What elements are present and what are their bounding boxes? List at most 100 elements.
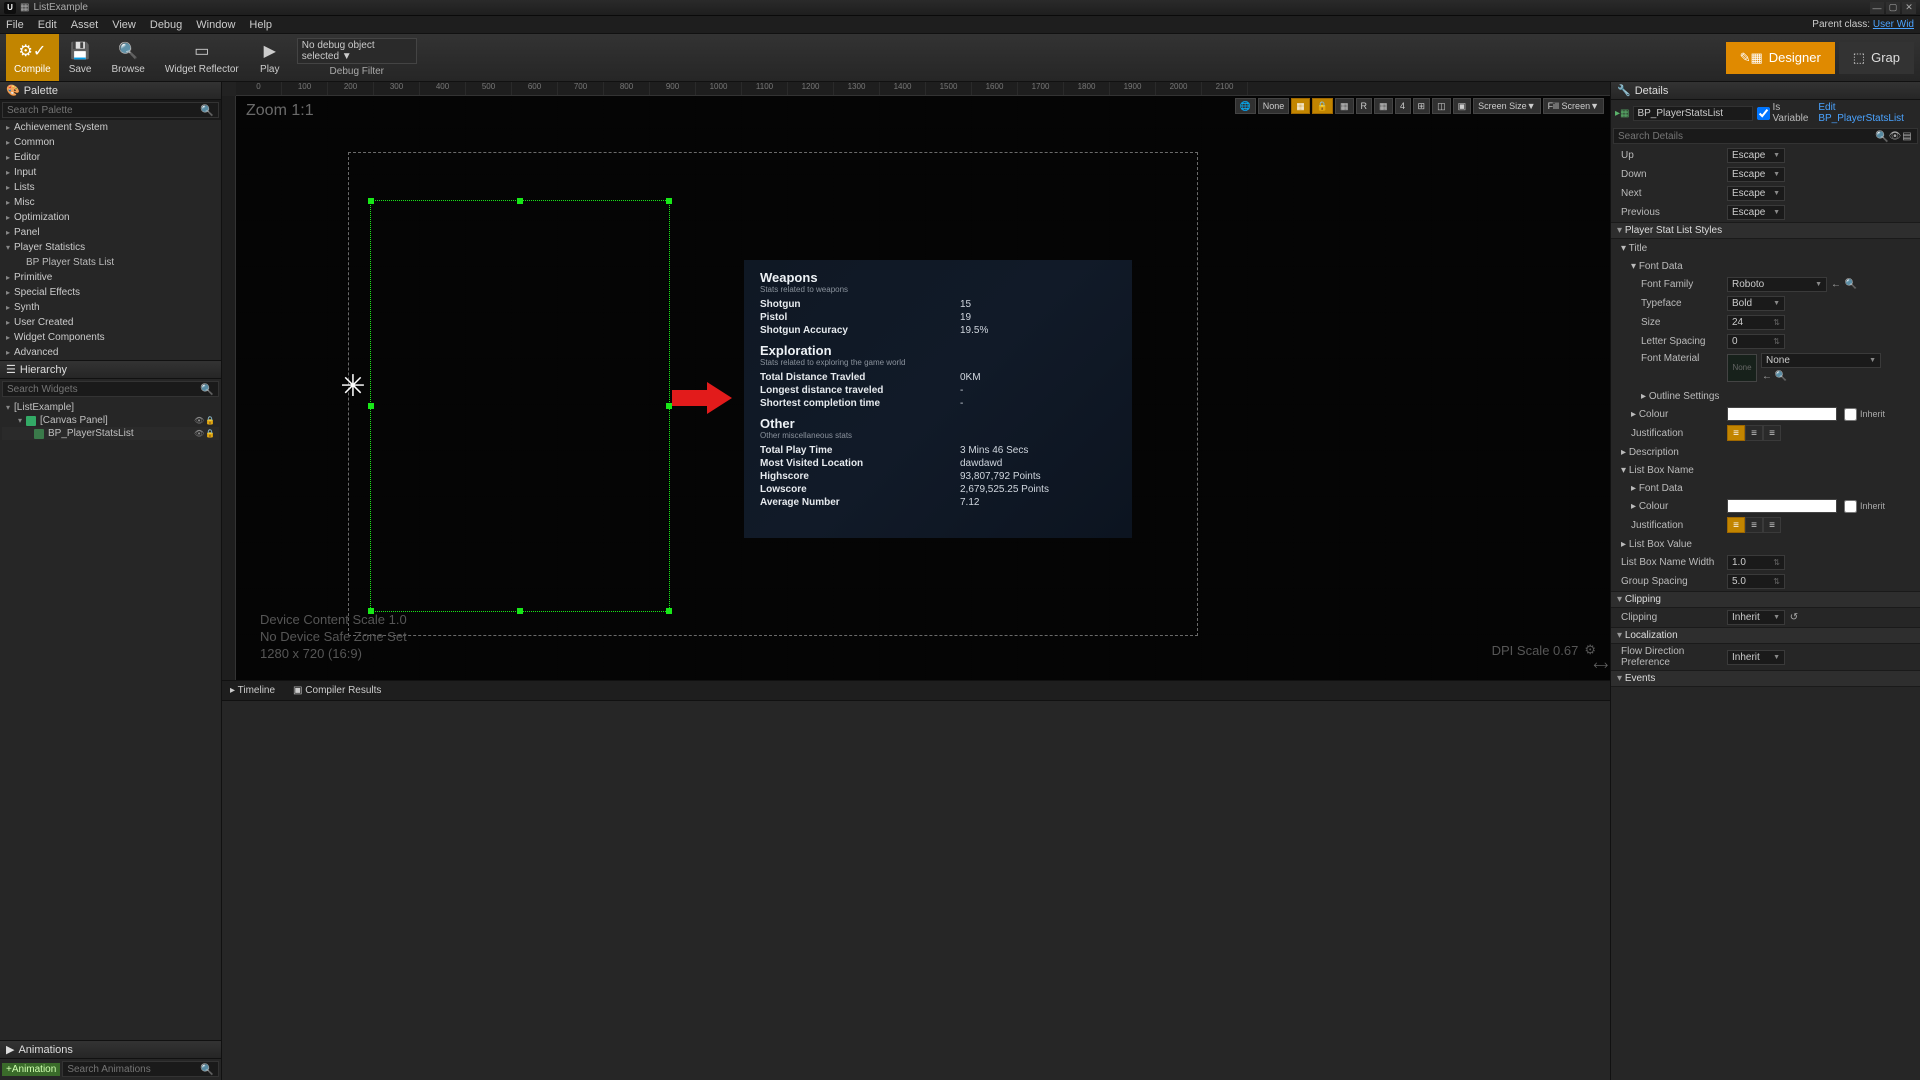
timeline-tab[interactable]: ▸ Timeline bbox=[230, 685, 275, 696]
browse-button[interactable]: 🔍 Browse bbox=[101, 38, 154, 77]
prop-label[interactable]: ▸ List Box Value bbox=[1617, 539, 1727, 550]
menu-asset[interactable]: Asset bbox=[71, 19, 99, 31]
browse-asset-icon[interactable]: 🔍 bbox=[1775, 370, 1787, 382]
parent-class-link[interactable]: User Wid bbox=[1873, 19, 1914, 30]
vp-outline-button[interactable]: ◫ bbox=[1432, 98, 1451, 114]
vp-loc-button[interactable]: ▣ bbox=[1453, 98, 1472, 114]
details-cat-styles[interactable]: Player Stat List Styles bbox=[1611, 222, 1920, 239]
visibility-icon[interactable]: 👁 bbox=[194, 416, 204, 426]
graph-mode-tab[interactable]: ⬚ Grap bbox=[1839, 42, 1914, 74]
size-input[interactable]: 24 bbox=[1727, 315, 1785, 330]
lock-icon[interactable]: 🔒 bbox=[205, 416, 215, 426]
reset-icon[interactable]: ← bbox=[1761, 370, 1773, 382]
hierarchy-search-input[interactable] bbox=[7, 384, 200, 395]
visibility-icon[interactable]: 👁 bbox=[194, 429, 204, 439]
resize-handle[interactable] bbox=[666, 608, 672, 614]
palette-cat[interactable]: Synth bbox=[0, 300, 221, 315]
nav-prev-dropdown[interactable]: Escape bbox=[1727, 205, 1785, 220]
hierarchy-search[interactable]: 🔍 bbox=[2, 381, 219, 397]
palette-tree[interactable]: Achievement System Common Editor Input L… bbox=[0, 120, 221, 360]
typeface-dropdown[interactable]: Bold bbox=[1727, 296, 1785, 311]
resize-handle[interactable] bbox=[368, 403, 374, 409]
menu-edit[interactable]: Edit bbox=[38, 19, 57, 31]
tree-selected-widget[interactable]: BP_PlayerStatsList 👁🔒 bbox=[2, 427, 219, 440]
palette-cat[interactable]: Primitive bbox=[0, 270, 221, 285]
palette-cat[interactable]: Editor bbox=[0, 150, 221, 165]
justify-left-button[interactable]: ≡ bbox=[1727, 425, 1745, 441]
edit-bp-link[interactable]: Edit BP_PlayerStatsList bbox=[1818, 102, 1916, 124]
dpi-settings-icon[interactable]: ⚙ bbox=[1584, 642, 1596, 658]
vp-lock-button[interactable]: 🔒 bbox=[1312, 98, 1333, 114]
details-cat-events[interactable]: Events bbox=[1611, 670, 1920, 687]
palette-cat[interactable]: Achievement System bbox=[0, 120, 221, 135]
palette-cat[interactable]: Optimization bbox=[0, 210, 221, 225]
compile-button[interactable]: ⚙✓ Compile bbox=[6, 34, 59, 81]
prop-label[interactable]: ▸ Colour bbox=[1617, 501, 1727, 512]
window-minimize-icon[interactable]: — bbox=[1870, 2, 1884, 14]
vp-zoom-button[interactable]: ⊞ bbox=[1413, 98, 1431, 114]
details-view-icon[interactable]: 👁 bbox=[1889, 130, 1901, 142]
vp-fill-screen-dropdown[interactable]: Fill Screen▼ bbox=[1543, 98, 1604, 114]
vp-screen-size-dropdown[interactable]: Screen Size▼ bbox=[1473, 98, 1540, 114]
palette-cat[interactable]: Misc bbox=[0, 195, 221, 210]
details-filter-icon[interactable]: ▤ bbox=[1901, 130, 1913, 142]
prop-label[interactable]: ▸ Description bbox=[1617, 447, 1727, 458]
menu-window[interactable]: Window bbox=[196, 19, 235, 31]
prop-label[interactable]: ▸ Outline Settings bbox=[1617, 391, 1727, 402]
prop-label[interactable]: ▾ List Box Name bbox=[1617, 465, 1727, 476]
details-search-input[interactable] bbox=[1618, 131, 1875, 142]
expand-icon[interactable]: ▾ bbox=[18, 416, 22, 425]
reset-icon[interactable]: ← bbox=[1830, 279, 1842, 291]
palette-search-input[interactable] bbox=[7, 105, 200, 116]
details-body[interactable]: UpEscape DownEscape NextEscape PreviousE… bbox=[1611, 146, 1920, 1080]
widget-reflector-button[interactable]: ▭ Widget Reflector bbox=[155, 38, 249, 77]
justify-right-button[interactable]: ≡ bbox=[1763, 517, 1781, 533]
clipping-dropdown[interactable]: Inherit bbox=[1727, 610, 1785, 625]
details-search[interactable]: 🔍 👁 ▤ bbox=[1613, 128, 1918, 144]
vp-snap-button[interactable]: ▦ bbox=[1374, 98, 1393, 114]
letter-spacing-input[interactable]: 0 bbox=[1727, 334, 1785, 349]
inherit-checkbox[interactable]: Inherit bbox=[1844, 500, 1885, 513]
designer-mode-tab[interactable]: ✎▦ Designer bbox=[1726, 42, 1835, 74]
resize-handle[interactable] bbox=[517, 198, 523, 204]
justify-left-button[interactable]: ≡ bbox=[1727, 517, 1745, 533]
vp-widget-button[interactable]: ▦ bbox=[1291, 98, 1310, 114]
palette-cat[interactable]: Special Effects bbox=[0, 285, 221, 300]
colour-swatch[interactable] bbox=[1727, 407, 1837, 421]
palette-cat[interactable]: Advanced bbox=[0, 345, 221, 360]
resize-corner-icon[interactable]: ⤡ bbox=[1590, 656, 1610, 676]
tree-canvas-panel[interactable]: ▾ [Canvas Panel] 👁🔒 bbox=[2, 414, 219, 427]
palette-search[interactable]: 🔍 bbox=[2, 102, 219, 118]
justify-center-button[interactable]: ≡ bbox=[1745, 517, 1763, 533]
details-cat-clipping[interactable]: Clipping bbox=[1611, 591, 1920, 608]
justify-right-button[interactable]: ≡ bbox=[1763, 425, 1781, 441]
browse-asset-icon[interactable]: 🔍 bbox=[1845, 279, 1857, 291]
vp-r-button[interactable]: R bbox=[1356, 98, 1373, 114]
nav-up-dropdown[interactable]: Escape bbox=[1727, 148, 1785, 163]
palette-cat[interactable]: Panel bbox=[0, 225, 221, 240]
resize-handle[interactable] bbox=[368, 198, 374, 204]
debug-object-select[interactable]: No debug object selected ▼ bbox=[297, 38, 417, 64]
resize-handle[interactable] bbox=[666, 198, 672, 204]
inherit-checkbox[interactable]: Inherit bbox=[1844, 408, 1885, 421]
lock-icon[interactable]: 🔒 bbox=[205, 429, 215, 439]
font-material-dropdown[interactable]: None bbox=[1761, 353, 1881, 368]
vp-grid-value[interactable]: 4 bbox=[1395, 98, 1411, 114]
palette-cat[interactable]: User Created bbox=[0, 315, 221, 330]
menu-file[interactable]: File bbox=[6, 19, 24, 31]
selection-box[interactable] bbox=[370, 200, 670, 612]
nav-next-dropdown[interactable]: Escape bbox=[1727, 186, 1785, 201]
group-spacing-input[interactable]: 5.0 bbox=[1727, 574, 1785, 589]
tree-root[interactable]: ▾ [ListExample] bbox=[2, 401, 219, 414]
animations-search[interactable]: 🔍 bbox=[62, 1061, 219, 1077]
palette-cat[interactable]: Input bbox=[0, 165, 221, 180]
save-button[interactable]: 💾 Save bbox=[59, 38, 102, 77]
palette-cat[interactable]: Lists bbox=[0, 180, 221, 195]
listbox-name-width-input[interactable]: 1.0 bbox=[1727, 555, 1785, 570]
reset-icon[interactable]: ↺ bbox=[1788, 612, 1800, 624]
play-button[interactable]: ▶ Play bbox=[249, 38, 291, 77]
menu-debug[interactable]: Debug bbox=[150, 19, 182, 31]
window-maximize-icon[interactable]: ▢ bbox=[1886, 2, 1900, 14]
widget-name-input[interactable] bbox=[1633, 106, 1753, 121]
prop-label[interactable]: ▸ Colour bbox=[1617, 409, 1727, 420]
